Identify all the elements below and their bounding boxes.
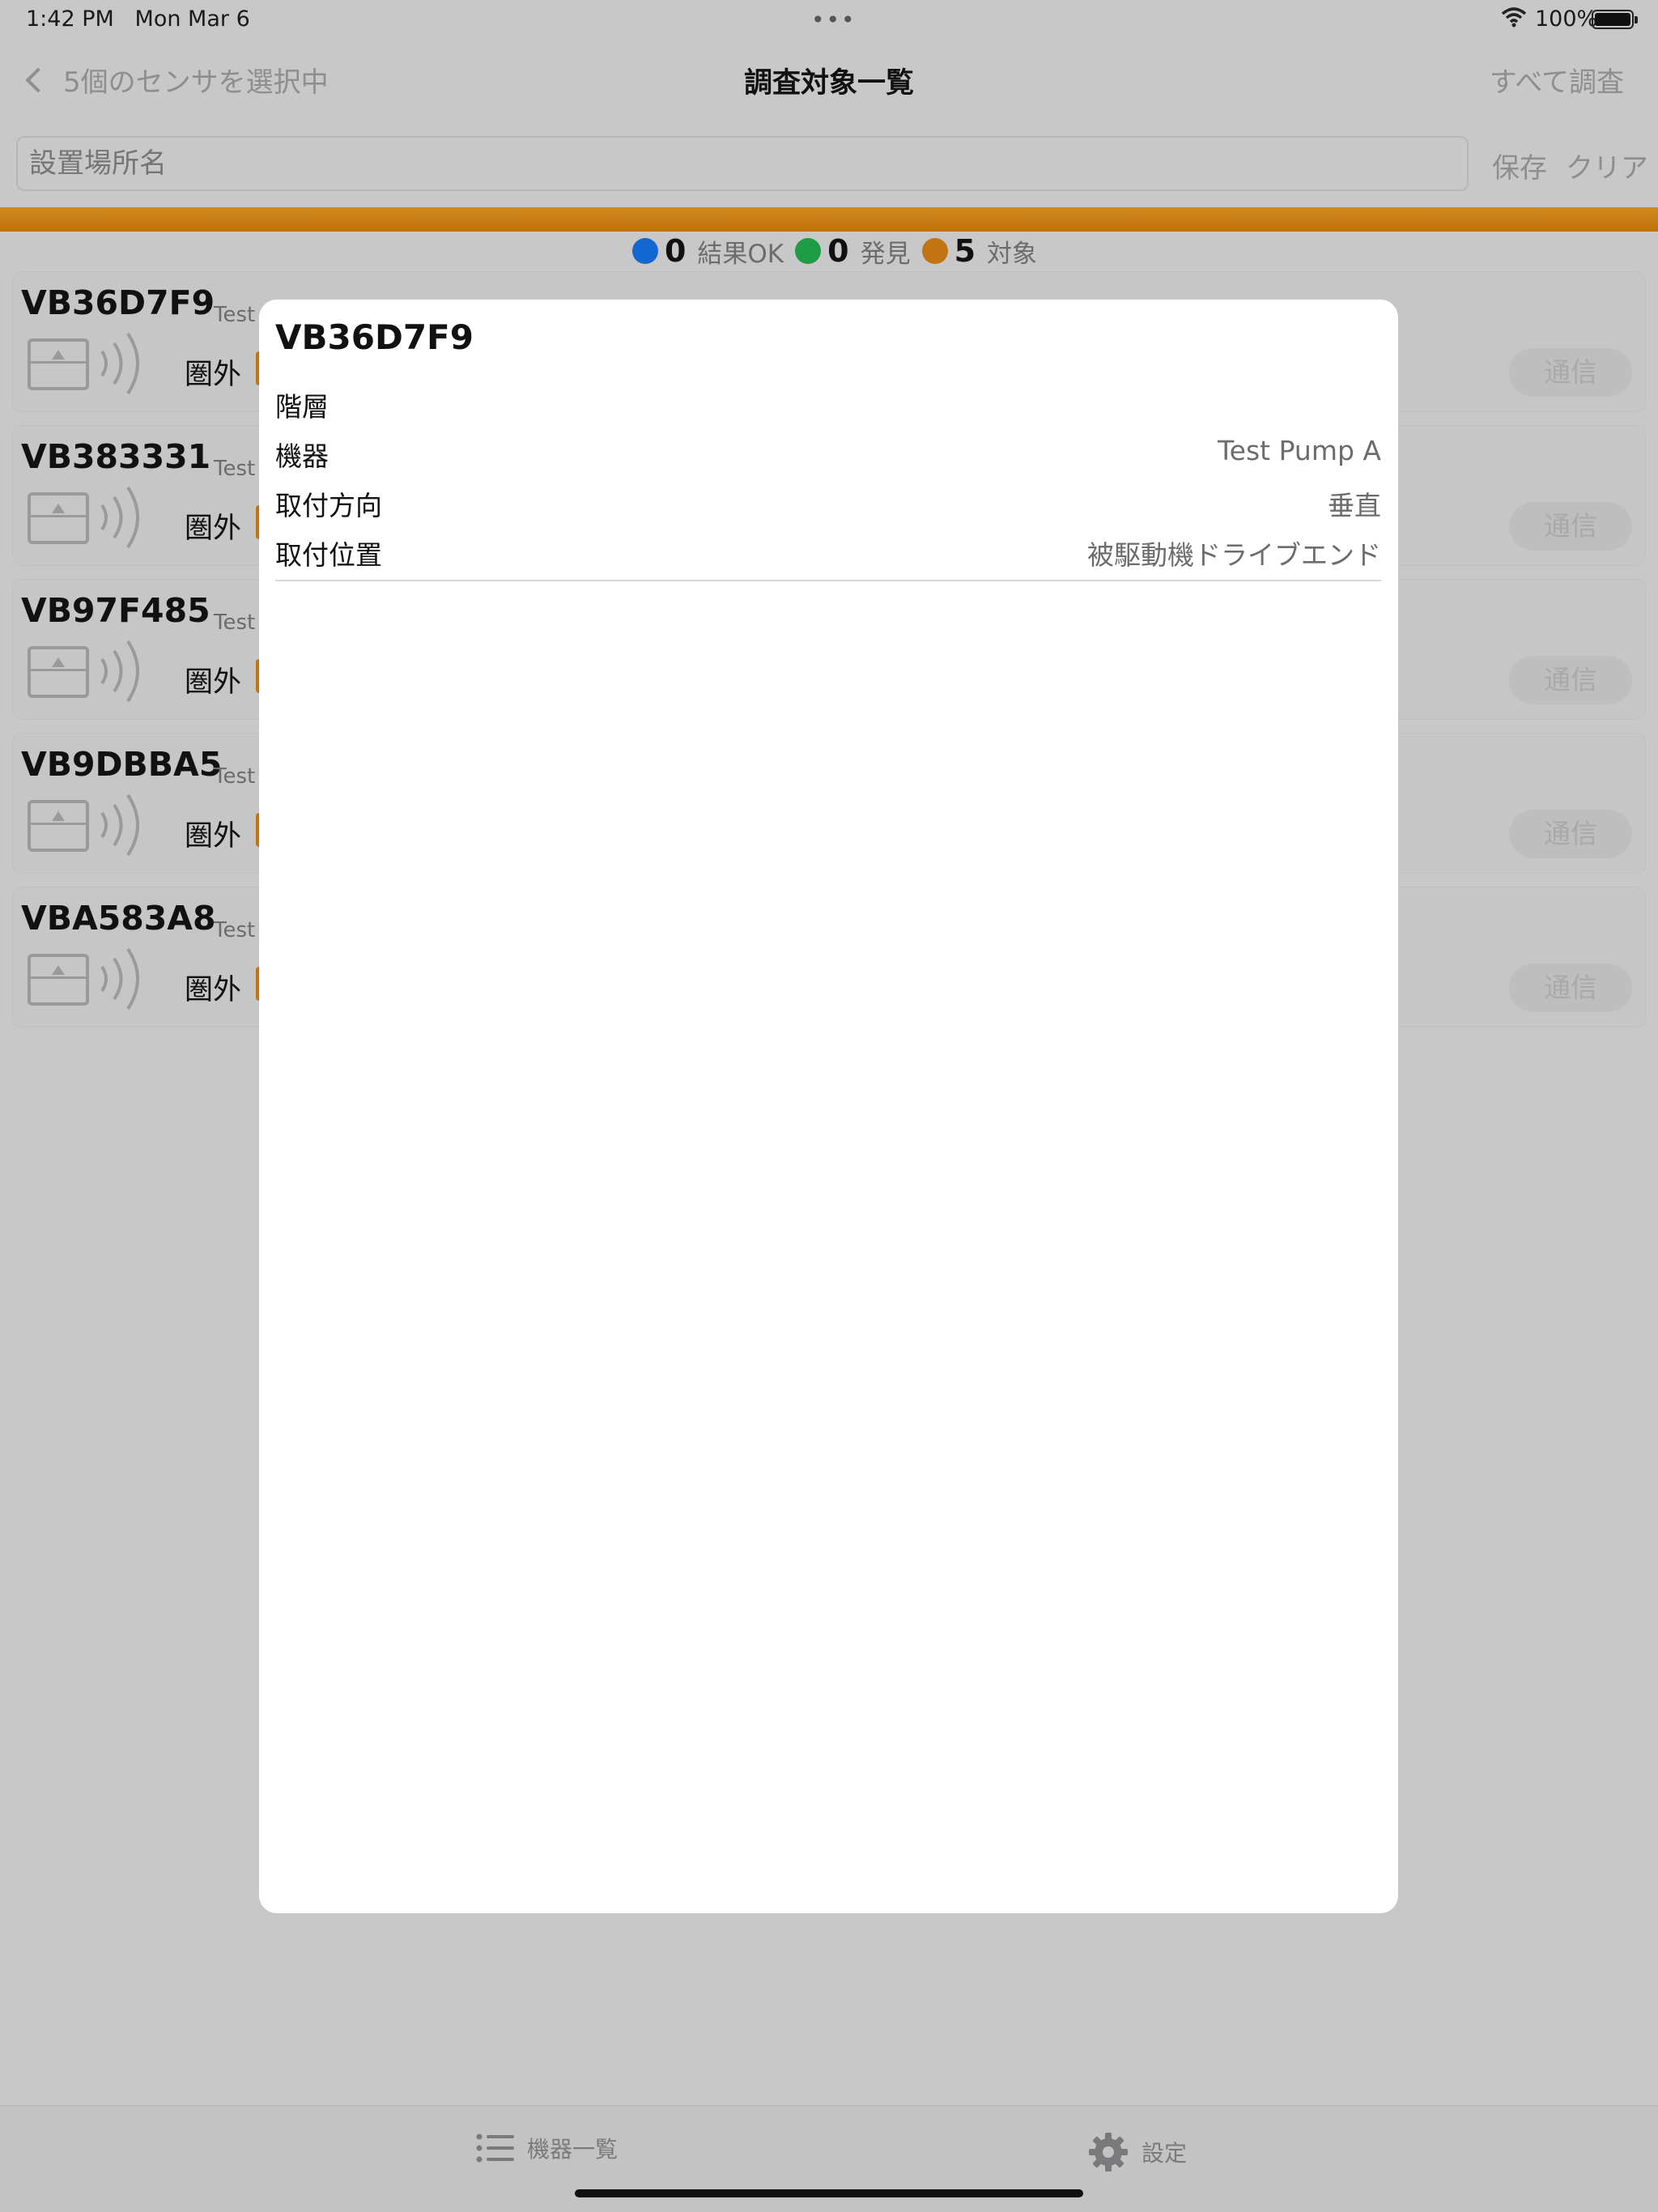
divider — [275, 580, 1381, 581]
detail-value: 被駆動機ドライブエンド — [1087, 539, 1381, 571]
status-bar: 1:42 PM Mon Mar 6 ••• 100% — [0, 0, 1658, 39]
signal-wave-icon — [100, 640, 139, 703]
detail-row-equipment: 機器 Test Pump A — [275, 428, 1381, 477]
detail-row-hierarchy: 階層 — [275, 379, 1381, 428]
connection-status: 圏外 — [185, 666, 242, 699]
summary-counts: 0 結果OK 0 発見 5 対象 — [0, 232, 1658, 270]
target-count: 5 — [954, 233, 976, 269]
found-count: 0 — [827, 233, 849, 269]
navigation-bar: 5個のセンサを選択中 調査対象一覧 すべて調査 — [0, 39, 1658, 120]
status-time: 1:42 PM Mon Mar 6 — [26, 6, 250, 32]
gear-icon — [1089, 2133, 1128, 2172]
detail-label: 機器 — [275, 440, 329, 472]
connection-status: 圏外 — [185, 974, 242, 1006]
modal-title: VB36D7F9 — [275, 317, 474, 357]
communicate-button[interactable]: 通信 — [1509, 656, 1632, 704]
ok-count: 0 — [664, 233, 687, 269]
list-icon — [476, 2133, 514, 2163]
connection-status: 圏外 — [185, 513, 242, 545]
ok-status-dot-icon — [631, 238, 658, 264]
signal-wave-icon — [100, 486, 139, 549]
sensor-id: VB9DBBA5 — [21, 745, 223, 784]
multitasking-dots-icon[interactable]: ••• — [811, 6, 857, 33]
sensor-device-icon — [28, 338, 89, 390]
sensor-id: VBA583A8 — [21, 899, 216, 938]
tab-settings-label: 設定 — [1141, 2140, 1188, 2167]
sensor-subtitle: Test — [214, 303, 256, 327]
wifi-icon — [1501, 6, 1527, 31]
battery-icon — [1592, 10, 1638, 29]
sensor-device-icon — [28, 646, 89, 698]
signal-wave-icon — [100, 793, 139, 857]
signal-wave-icon — [100, 947, 139, 1010]
sensor-id: VB383331 — [21, 437, 211, 476]
ok-label: 結果OK — [697, 239, 784, 269]
detail-label: 階層 — [275, 391, 329, 423]
sensor-id: VB36D7F9 — [21, 283, 215, 322]
detail-value: 垂直 — [1328, 490, 1381, 521]
battery-percentage: 100% — [1535, 6, 1598, 32]
detail-row-mount-position: 取付位置 被駆動機ドライブエンド — [275, 527, 1381, 576]
sensor-subtitle: Test — [214, 610, 256, 635]
connection-status: 圏外 — [185, 820, 242, 853]
tab-device-list-label: 機器一覧 — [527, 2136, 619, 2163]
sensor-subtitle: Test — [214, 764, 256, 789]
sensor-device-icon — [28, 492, 89, 544]
communicate-button[interactable]: 通信 — [1509, 963, 1632, 1012]
connection-status: 圏外 — [185, 359, 242, 391]
sensor-device-icon — [28, 800, 89, 852]
detail-row-mount-direction: 取付方向 垂直 — [275, 478, 1381, 526]
found-label: 発見 — [860, 239, 911, 269]
signal-wave-icon — [100, 332, 139, 395]
detail-label: 取付方向 — [275, 490, 382, 521]
target-label: 対象 — [987, 239, 1038, 269]
sensor-id: VB97F485 — [21, 591, 210, 630]
progress-bar — [0, 207, 1658, 232]
target-status-dot-icon — [921, 238, 948, 264]
sensor-subtitle: Test — [214, 457, 256, 481]
communicate-button[interactable]: 通信 — [1509, 810, 1632, 858]
detail-label: 取付位置 — [275, 539, 382, 571]
communicate-button[interactable]: 通信 — [1509, 348, 1632, 397]
location-row: 保存 クリア — [0, 120, 1658, 206]
clear-button[interactable]: クリア — [1566, 146, 1648, 185]
location-name-input[interactable] — [16, 136, 1469, 191]
home-indicator[interactable] — [575, 2189, 1083, 2197]
sensor-device-icon — [28, 954, 89, 1006]
found-status-dot-icon — [795, 238, 822, 264]
save-button[interactable]: 保存 — [1492, 146, 1547, 185]
communicate-button[interactable]: 通信 — [1509, 502, 1632, 551]
tab-settings[interactable]: 設定 — [1088, 2132, 1187, 2172]
sensor-detail-modal: VB36D7F9 階層 機器 Test Pump A 取付方向 垂直 取付位置 … — [259, 300, 1398, 1913]
page-title: 調査対象一覧 — [743, 67, 914, 100]
tab-device-list[interactable]: 機器一覧 — [475, 2132, 618, 2164]
investigate-all-button[interactable]: すべて調査 — [1490, 60, 1624, 100]
detail-value: Test Pump A — [1218, 435, 1381, 466]
sensor-subtitle: Test — [214, 918, 256, 942]
